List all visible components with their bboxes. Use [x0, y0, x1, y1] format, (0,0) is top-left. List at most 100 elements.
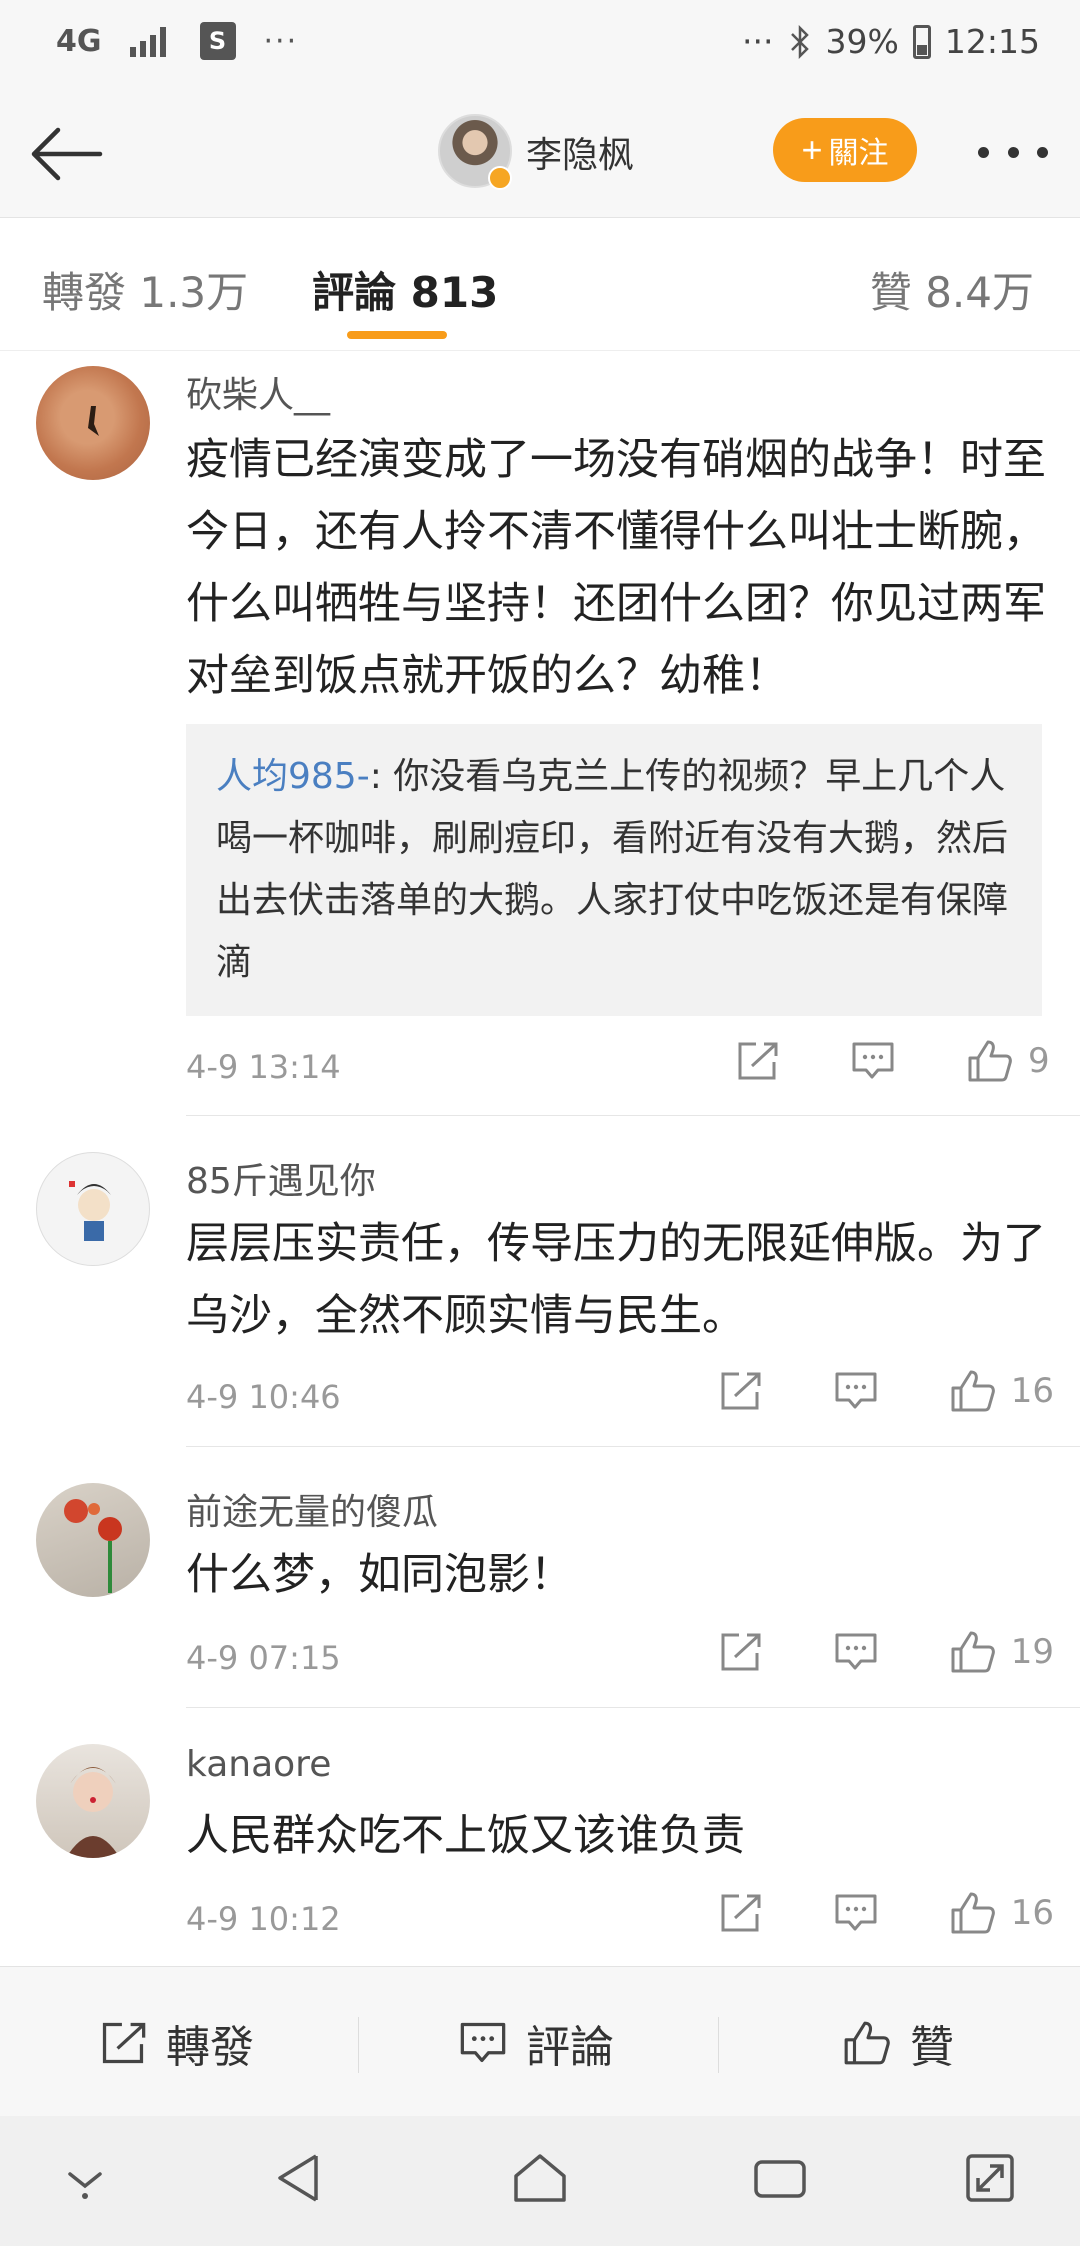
comment-actions: 9 [664, 1038, 1054, 1084]
expand-icon [966, 2154, 1014, 2202]
status-dots: ··· [742, 22, 774, 61]
back-button[interactable] [28, 124, 104, 184]
comment-time: 4-9 07:15 [186, 1639, 341, 1677]
comment-divider [186, 1115, 1080, 1116]
post-tabs: 轉發 1.3万 評論 813 贊 8.4万 [0, 219, 1080, 351]
follow-label: 關注 [828, 137, 889, 170]
reply-button[interactable] [850, 1040, 896, 1082]
comment-time: 4-9 10:12 [186, 1900, 341, 1938]
recents-icon [754, 2160, 806, 2198]
nav-back-button[interactable] [274, 2150, 324, 2210]
thumbs-up-icon [951, 1892, 995, 1934]
commenter-avatar[interactable] [36, 1483, 150, 1597]
network-indicator: 4G [56, 23, 102, 59]
shopping-bag-icon: S [199, 22, 236, 60]
clock: 12:15 [944, 22, 1040, 61]
battery-icon [912, 24, 931, 59]
top-header: 李隐枫 + 關注 [0, 90, 1080, 218]
signal-icon [129, 25, 172, 57]
plus-icon: + [801, 129, 823, 170]
comment-button[interactable]: 評論 [458, 2011, 614, 2075]
commenter-name[interactable]: 砍柴人__ [186, 366, 330, 418]
like-count: 16 [1010, 1371, 1054, 1411]
comment-icon [460, 2022, 506, 2063]
share-button[interactable] [717, 1370, 763, 1412]
thumbs-up-icon [951, 1370, 995, 1412]
chevron-down-icon [68, 2172, 102, 2199]
bar-divider [358, 2017, 359, 2073]
share-icon [721, 1633, 761, 1671]
back-arrow-icon [31, 127, 103, 181]
comment-icon [852, 1042, 894, 1079]
commenter-name[interactable]: 85斤遇见你 [186, 1152, 376, 1204]
triangle-back-icon [278, 2154, 318, 2202]
hide-keyboard-button[interactable] [62, 2164, 108, 2204]
comment-actions: 16 [647, 1890, 1054, 1936]
like-post-button[interactable]: 贊 [842, 2011, 954, 2075]
share-button[interactable] [717, 1631, 763, 1673]
comment-icon [835, 1894, 877, 1931]
thumbs-up-icon [844, 2021, 890, 2065]
comment-text: 层层压实责任，传导压力的无限延伸版。为了乌沙，全然不顾实情与民生。 [186, 1219, 1046, 1341]
comment-actions: 19 [647, 1629, 1054, 1675]
comment-text: 什么梦，如同泡影！ [186, 1550, 573, 1600]
comment-label: 評論 [526, 2022, 614, 2073]
more-dots-icon[interactable] [978, 140, 1048, 164]
thumbs-up-icon [951, 1631, 995, 1673]
home-icon [514, 2154, 566, 2202]
share-icon [721, 1894, 761, 1932]
commenter-name[interactable]: kanaore [186, 1744, 331, 1785]
commenter-avatar[interactable] [36, 366, 150, 480]
reply-box[interactable]: 人均985-: 你没看乌克兰上传的视频？早上几个人喝一杯咖啡，刷刷痘印，看附近有… [186, 724, 1042, 1016]
comment-divider [186, 1446, 1080, 1447]
tab-repost[interactable]: 轉發 1.3万 [42, 259, 248, 320]
comment-text: 人民群众吃不上饭又该谁负责 [186, 1811, 745, 1861]
comment-text: 疫情已经演变成了一场没有硝烟的战争！时至今日，还有人拎不清不懂得什么叫壮士断腕，… [186, 435, 1046, 701]
reply-button[interactable] [833, 1892, 879, 1934]
comment-actions: 16 [647, 1368, 1054, 1414]
comment-icon [835, 1372, 877, 1409]
reply-user[interactable]: 人均985- [216, 756, 370, 797]
notification-dots: ··· [263, 23, 299, 59]
nav-recents-button[interactable] [752, 2150, 808, 2210]
commenter-name[interactable]: 前途无量的傻瓜 [186, 1483, 438, 1535]
like-label: 贊 [910, 2022, 954, 2073]
bar-divider [718, 2017, 719, 2073]
verified-badge-icon [488, 166, 512, 190]
share-icon [738, 1042, 778, 1080]
like-button[interactable]: 19 [949, 1629, 1054, 1675]
share-icon [721, 1372, 761, 1410]
repost-button[interactable]: 轉發 [98, 2011, 254, 2075]
system-nav-bar [0, 2116, 1080, 2246]
author-name[interactable]: 李隐枫 [526, 126, 634, 178]
like-button[interactable]: 16 [949, 1368, 1054, 1414]
comment-divider [186, 1707, 1080, 1708]
reply-button[interactable] [833, 1631, 879, 1673]
like-count: 9 [1028, 1041, 1050, 1081]
like-count: 16 [1010, 1893, 1054, 1933]
battery-percent: 39% [825, 22, 899, 61]
share-icon [102, 2022, 146, 2064]
share-button[interactable] [734, 1040, 780, 1082]
thumbs-up-icon [968, 1040, 1012, 1082]
reply-button[interactable] [833, 1370, 879, 1412]
tab-likes[interactable]: 贊 8.4万 [870, 259, 1034, 320]
tab-comments[interactable]: 評論 813 [312, 259, 498, 320]
share-button[interactable] [717, 1892, 763, 1934]
follow-button[interactable]: + 關注 [773, 118, 917, 182]
nav-home-button[interactable] [510, 2150, 570, 2210]
active-tab-indicator [347, 331, 447, 339]
comment-time: 4-9 10:46 [186, 1378, 341, 1416]
comment-time: 4-9 13:14 [186, 1048, 341, 1086]
like-button[interactable]: 9 [966, 1038, 1054, 1084]
nav-rotate-button[interactable] [962, 2150, 1018, 2210]
bluetooth-icon [790, 24, 809, 59]
like-button[interactable]: 16 [949, 1890, 1054, 1936]
comment-icon [835, 1633, 877, 1670]
like-count: 19 [1010, 1632, 1054, 1672]
status-bar: 4G S ··· ··· 39% 12:15 [0, 0, 1080, 90]
commenter-avatar[interactable] [36, 1744, 150, 1858]
commenter-avatar[interactable] [36, 1152, 150, 1266]
repost-label: 轉發 [166, 2022, 254, 2073]
bottom-action-bar: 轉發 評論 贊 [0, 1966, 1080, 2116]
